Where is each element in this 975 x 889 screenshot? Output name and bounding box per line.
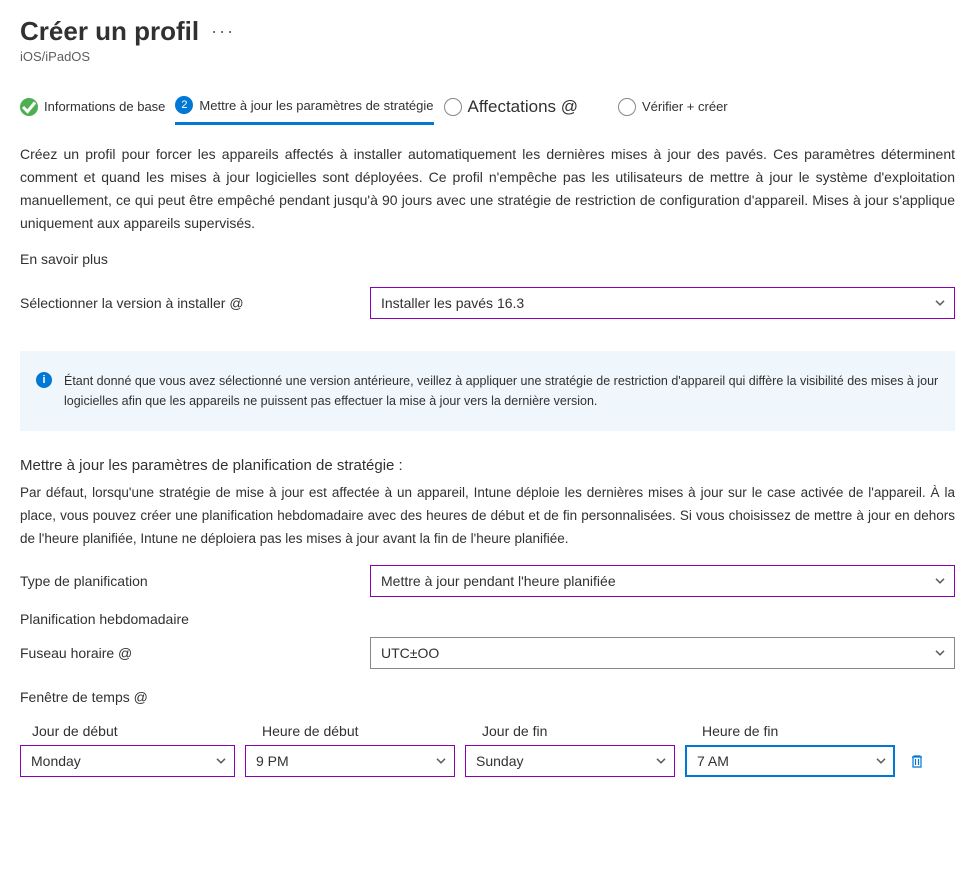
schedule-desc: Par défaut, lorsqu'une stratégie de mise… [20, 482, 955, 551]
chevron-down-icon [934, 646, 946, 662]
end-day-select[interactable]: Sunday [465, 745, 675, 777]
check-icon [20, 98, 38, 116]
trash-icon [909, 753, 925, 769]
start-time-header: Heure de début [262, 723, 462, 739]
timezone-value: UTC±OO [381, 645, 439, 661]
step-number-icon [444, 98, 462, 116]
start-day-value: Monday [31, 753, 81, 769]
end-time-select[interactable]: 7 AM [685, 745, 895, 777]
weekly-heading: Planification hebdomadaire [20, 611, 955, 627]
schedule-heading: Mettre à jour les paramètres de planific… [20, 457, 955, 474]
delete-row-button[interactable] [905, 753, 929, 769]
page-subtitle: iOS/iPadOS [20, 49, 955, 64]
step-label: Affectations @ [468, 97, 579, 117]
step-review[interactable]: Vérifier + créer [618, 94, 728, 124]
step-label: Informations de base [44, 99, 165, 114]
step-basics[interactable]: Informations de base [20, 94, 165, 124]
end-day-header: Jour de fin [482, 723, 682, 739]
more-actions-button[interactable]: ··· [211, 21, 235, 42]
start-day-select[interactable]: Monday [20, 745, 235, 777]
step-update-settings[interactable]: 2 Mettre à jour les paramètres de straté… [175, 92, 433, 125]
page-title: Créer un profil [20, 16, 199, 47]
end-day-value: Sunday [476, 753, 523, 769]
step-label: Vérifier + créer [642, 99, 728, 114]
chevron-down-icon [655, 754, 667, 770]
chevron-down-icon [934, 296, 946, 312]
schedule-type-select[interactable]: Mettre à jour pendant l'heure planifiée [370, 565, 955, 597]
info-text: Étant donné que vous avez sélectionné un… [64, 371, 939, 411]
schedule-type-value: Mettre à jour pendant l'heure planifiée [381, 573, 616, 589]
start-time-value: 9 PM [256, 753, 289, 769]
chevron-down-icon [435, 754, 447, 770]
chevron-down-icon [875, 754, 887, 770]
step-number-icon: 2 [175, 96, 193, 114]
version-select-label: Sélectionner la version à installer @ [20, 295, 370, 311]
step-label: Mettre à jour les paramètres de stratégi… [199, 98, 433, 113]
step-assignments[interactable]: Affectations @ [444, 93, 579, 125]
info-callout: i Étant donné que vous avez sélectionné … [20, 351, 955, 431]
wizard-stepper: Informations de base 2 Mettre à jour les… [20, 92, 955, 125]
intro-text: Créez un profil pour forcer les appareil… [20, 143, 955, 235]
learn-more-link[interactable]: En savoir plus [20, 251, 955, 267]
start-day-header: Jour de début [32, 723, 242, 739]
step-number-icon [618, 98, 636, 116]
timezone-label: Fuseau horaire @ [20, 645, 370, 661]
start-time-select[interactable]: 9 PM [245, 745, 455, 777]
chevron-down-icon [215, 754, 227, 770]
end-time-header: Heure de fin [702, 723, 902, 739]
timewindow-label: Fenêtre de temps @ [20, 689, 955, 705]
timezone-select[interactable]: UTC±OO [370, 637, 955, 669]
version-select[interactable]: Installer les pavés 16.3 [370, 287, 955, 319]
schedule-type-label: Type de planification [20, 573, 370, 589]
end-time-value: 7 AM [697, 753, 729, 769]
info-icon: i [36, 372, 52, 388]
chevron-down-icon [934, 574, 946, 590]
version-select-value: Installer les pavés 16.3 [381, 295, 524, 311]
